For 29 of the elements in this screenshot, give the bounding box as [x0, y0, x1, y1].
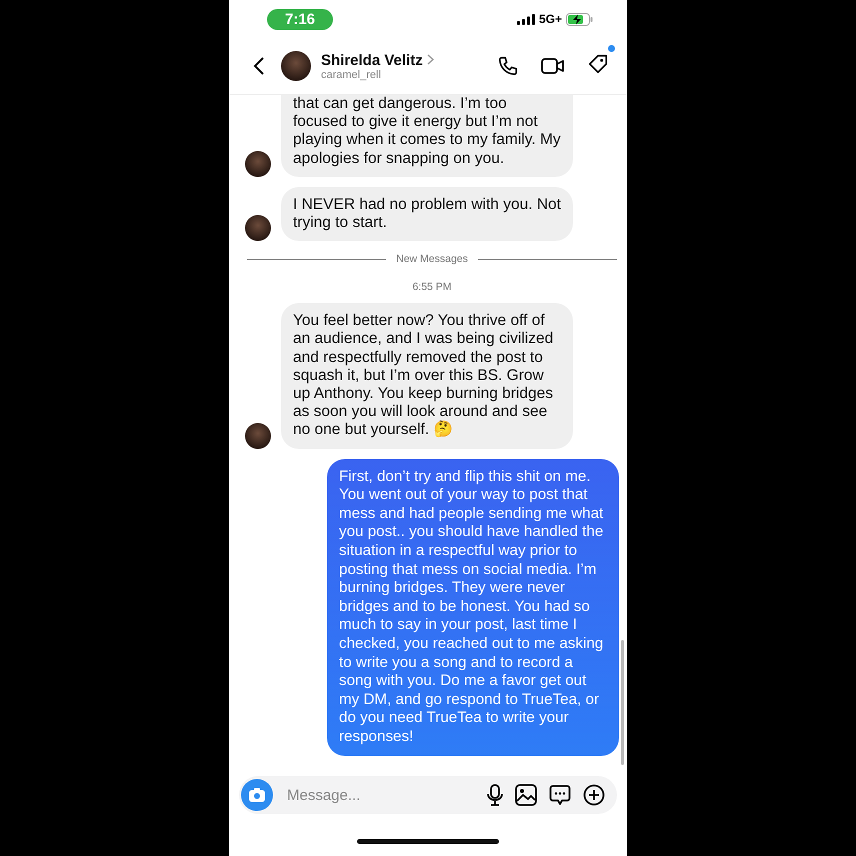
- home-indicator[interactable]: [357, 838, 499, 844]
- timestamp: 6:55 PM: [412, 281, 452, 294]
- image-icon[interactable]: [515, 784, 537, 806]
- network-label: 5G+: [538, 12, 562, 26]
- message-field[interactable]: Message...: [239, 776, 617, 814]
- chat-icon[interactable]: [549, 784, 571, 806]
- video-call-icon[interactable]: [541, 56, 565, 76]
- battery-icon: [566, 12, 593, 26]
- back-icon[interactable]: [253, 56, 265, 76]
- add-icon[interactable]: [583, 784, 605, 806]
- avatar: [245, 150, 271, 177]
- message-bubble: that can get dangerous. I’m too focused to give it energy but I’m not playing when it comes to my family. My apologies for snapping on you.: [281, 95, 573, 177]
- avatar: [245, 215, 271, 242]
- clock: 7:16: [267, 8, 334, 30]
- chevron-icon[interactable]: [426, 54, 434, 64]
- signal-icon: [516, 14, 535, 24]
- phone-icon[interactable]: [497, 55, 519, 77]
- message-bubble: You feel better now? You thrive off of an audience, and I was being civilized and respectfully removed the post to squash it, but I’m over this BS. Grow up Anthony. You keep burning bridges as soon you will look around and see no one but yourself. 🤔: [281, 303, 573, 449]
- microphone-icon[interactable]: [487, 784, 503, 806]
- message-bubble: First, don’t try and flip this shit on me. You went out of your way to post that mess and had people sending me what you post.. you should have handled the situation in a respectful way prior to posting that mess on social media. I’m burning bridges. They were never bridges and to be honest. You had so much to say in your post, last time I checked, you reached out to me asking to write you a song and to record a song with you. Do me a favor get out my DM, and go respond to TrueTea, or do you need TrueTea to write your responses!: [327, 458, 619, 756]
- message-bubble: I NEVER had no problem with you. Not trying to start.: [281, 186, 573, 242]
- message-input[interactable]: Message...: [285, 786, 475, 804]
- tag-icon[interactable]: [587, 52, 609, 74]
- avatar: [281, 51, 311, 81]
- new-messages-label: New Messages: [396, 253, 468, 266]
- avatar: [245, 422, 271, 449]
- contact-name[interactable]: Shirelda Velitz: [321, 52, 497, 68]
- camera-icon[interactable]: [241, 779, 273, 811]
- contact-username: caramel_rell: [321, 68, 382, 80]
